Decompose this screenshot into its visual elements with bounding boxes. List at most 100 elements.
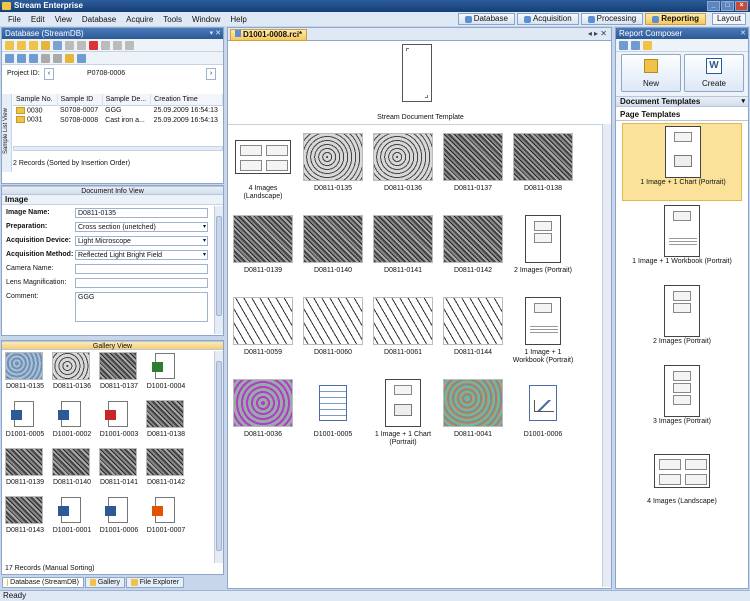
folder-icon[interactable] [29, 40, 38, 50]
gallery-thumb-pdf[interactable] [99, 400, 137, 428]
new-folder-icon[interactable] [17, 40, 26, 50]
gallery-thumb-dark[interactable] [99, 352, 137, 380]
document-tab[interactable]: D1001-0008.rci* [230, 29, 308, 41]
gallery-thumb-chart[interactable] [99, 496, 137, 524]
export-template-icon[interactable] [631, 40, 640, 50]
table-row[interactable]: 0031 S0708-0008 Cast iron a... 25.09.2009 1… [13, 115, 223, 124]
gallery-thumb-dark[interactable] [146, 400, 184, 428]
doc-item-tmplwb[interactable] [513, 297, 573, 345]
page-template-1-image-1-workbook-portrait[interactable]: 1 Image + 1 Workbook (Portrait) [622, 203, 742, 281]
sample-list-side-tab[interactable]: Sample List View [2, 94, 12, 172]
tab-processing[interactable]: Processing [580, 13, 644, 25]
menu-file[interactable]: File [3, 15, 26, 24]
gallery-thumb-ppt[interactable] [146, 496, 184, 524]
gallery-thumb-blue[interactable] [5, 352, 43, 380]
gallery-thumb-dark[interactable] [5, 496, 43, 524]
gallery-thumb-dark[interactable] [52, 448, 90, 476]
gallery-thumb-word[interactable] [5, 400, 43, 428]
doc-nav-close-icons[interactable]: ◂ ▸ ✕ [588, 29, 607, 38]
tab-database[interactable]: Database [457, 13, 515, 25]
bottom-tab-file-explorer[interactable]: File Explorer [126, 577, 184, 588]
field-image-name[interactable]: D0811-0135 [75, 208, 208, 218]
doc-item-dark[interactable] [233, 215, 293, 263]
doc-info-scrollbar[interactable] [214, 206, 223, 334]
gallery-thumb-dark[interactable] [5, 448, 43, 476]
page-template-3-images-portrait[interactable]: 3 Images (Portrait) [622, 363, 742, 441]
bottom-tab-gallery[interactable]: Gallery [85, 577, 125, 588]
cancel-icon[interactable] [77, 40, 86, 50]
doc-item-chartdoc[interactable] [513, 379, 573, 427]
doc-item-white[interactable] [443, 297, 503, 345]
field-preparation[interactable]: Cross section (unetched) ▾ [75, 222, 208, 232]
menu-help[interactable]: Help [225, 15, 251, 24]
bottom-tab-database-streamdb[interactable]: Database (StreamDB) [2, 577, 84, 588]
doc-item-white[interactable] [373, 297, 433, 345]
composer-close-icon[interactable]: ✕ [740, 28, 746, 39]
doc-item-dark[interactable] [303, 215, 363, 263]
column-header[interactable]: Sample De... [102, 94, 152, 106]
page-template-2-images-portrait[interactable]: 2 Images (Portrait) [622, 283, 742, 361]
document-scrollbar[interactable] [602, 124, 611, 587]
doc-item-dark[interactable] [513, 133, 573, 181]
document-templates-header[interactable]: Document Templates ▾ [616, 96, 748, 107]
check-icon[interactable] [65, 40, 74, 50]
info-icon[interactable] [77, 53, 86, 63]
document-icon[interactable] [29, 53, 38, 63]
tag-icon[interactable] [65, 53, 74, 63]
gallery-thumb-dark[interactable] [99, 448, 137, 476]
gallery-thumb-excel[interactable] [146, 352, 184, 380]
field-acquisition-device[interactable]: Light Microscope ▾ [75, 236, 208, 246]
doc-item-sheet[interactable] [303, 379, 363, 427]
tab-acquisition[interactable]: Acquisition [516, 13, 579, 25]
delete-icon[interactable] [89, 40, 98, 50]
import-icon[interactable] [113, 40, 122, 50]
field-lens-magnification[interactable] [75, 278, 208, 288]
layout-button[interactable]: Layout [711, 13, 746, 25]
doc-item-tmpl4land[interactable] [233, 133, 293, 181]
new-button[interactable]: New [621, 54, 681, 92]
doc-item-dark[interactable] [443, 215, 503, 263]
document-template-page[interactable] [402, 44, 432, 102]
menu-view[interactable]: View [50, 15, 77, 24]
project-next-button[interactable]: › [206, 68, 216, 80]
page-template-4-images-landscape[interactable]: 4 Images (Landscape) [622, 443, 742, 521]
column-header[interactable]: Sample No. [13, 94, 58, 106]
maximize-button[interactable]: □ [721, 1, 734, 11]
doc-item-dark[interactable] [443, 133, 503, 181]
help-icon[interactable] [125, 40, 134, 50]
doc-item-color[interactable] [443, 379, 503, 427]
gallery-thumb-word[interactable] [52, 400, 90, 428]
details-view-icon[interactable] [17, 53, 26, 63]
close-button[interactable]: × [735, 1, 748, 11]
funnel-icon[interactable] [53, 53, 62, 63]
table-row[interactable]: 0030 S0708-0007 GGG 25.09.2009 16:54:13 [13, 106, 223, 116]
column-header[interactable]: Creation Time [150, 94, 223, 106]
template-thumb-tmplchart[interactable] [653, 126, 713, 178]
menu-database[interactable]: Database [77, 15, 121, 24]
folder-up-icon[interactable] [41, 40, 50, 50]
gallery-thumb-report[interactable] [52, 496, 90, 524]
menu-tools[interactable]: Tools [158, 15, 187, 24]
list-view-icon[interactable] [5, 53, 14, 63]
template-thumb-tmpl3[interactable] [652, 365, 712, 417]
doc-item-white[interactable] [233, 297, 293, 345]
menu-window[interactable]: Window [187, 15, 225, 24]
doc-item-pink[interactable] [233, 379, 293, 427]
menu-edit[interactable]: Edit [26, 15, 50, 24]
doc-item-tmplchart[interactable] [373, 379, 433, 427]
gallery-thumb-light[interactable] [52, 352, 90, 380]
doc-item-tmpl2[interactable] [513, 215, 573, 263]
doc-info-scroll-thumb[interactable] [216, 216, 222, 316]
gallery-thumb-dark[interactable] [146, 448, 184, 476]
doc-item-light[interactable] [373, 133, 433, 181]
doc-item-white[interactable] [303, 297, 363, 345]
sort-icon[interactable] [41, 53, 50, 63]
menu-acquire[interactable]: Acquire [121, 15, 158, 24]
column-header[interactable]: Sample ID [57, 94, 103, 106]
filter-icon[interactable] [53, 40, 62, 50]
tab-reporting[interactable]: Reporting [645, 13, 706, 25]
gallery-scrollbar[interactable] [214, 351, 223, 563]
doc-item-light[interactable] [303, 133, 363, 181]
page-template-1-image-1-chart-portrait[interactable]: 1 Image + 1 Chart (Portrait) [622, 123, 742, 201]
export-icon[interactable] [101, 40, 110, 50]
